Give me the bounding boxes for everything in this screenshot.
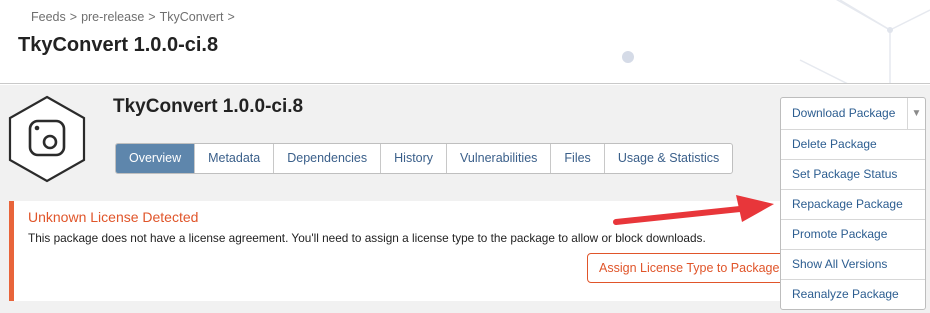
set-package-status-button[interactable]: Set Package Status — [781, 159, 925, 189]
show-all-versions-button[interactable]: Show All Versions — [781, 249, 925, 279]
package-hexagon-icon — [8, 95, 86, 183]
assign-license-button[interactable]: Assign License Type to Package — [587, 253, 792, 283]
promote-package-button[interactable]: Promote Package — [781, 219, 925, 249]
background-network-decoration — [622, 0, 930, 83]
delete-package-button[interactable]: Delete Package — [781, 129, 925, 159]
dropdown-caret-icon[interactable]: ▼ — [907, 98, 925, 129]
alert-title: Unknown License Detected — [28, 209, 199, 225]
breadcrumb-feeds[interactable]: Feeds — [31, 10, 66, 24]
breadcrumb-feed[interactable]: pre-release — [81, 10, 144, 24]
breadcrumb-separator: > — [69, 10, 78, 24]
repackage-package-button[interactable]: Repackage Package — [781, 189, 925, 219]
package-actions-menu: Download Package ▼ Delete Package Set Pa… — [780, 97, 926, 310]
annotation-arrow-icon — [613, 195, 774, 225]
page-title: TkyConvert 1.0.0-ci.8 — [18, 34, 219, 56]
tab-usage-statistics[interactable]: Usage & Statistics — [603, 144, 732, 173]
tab-overview[interactable]: Overview — [116, 144, 195, 173]
tab-history[interactable]: History — [380, 144, 446, 173]
tab-metadata[interactable]: Metadata — [194, 144, 273, 173]
package-tabs: Overview Metadata Dependencies History V… — [115, 143, 734, 174]
download-package-label: Download Package — [792, 106, 896, 120]
package-title: TkyConvert 1.0.0-ci.8 — [113, 96, 304, 117]
tab-dependencies[interactable]: Dependencies — [273, 144, 380, 173]
download-package-button[interactable]: Download Package ▼ — [781, 98, 925, 129]
breadcrumb-package[interactable]: TkyConvert — [160, 10, 224, 24]
breadcrumb: Feeds > pre-release > TkyConvert > — [31, 10, 239, 24]
tab-files[interactable]: Files — [550, 144, 603, 173]
breadcrumb-separator: > — [227, 10, 235, 24]
tab-vulnerabilities[interactable]: Vulnerabilities — [446, 144, 550, 173]
reanalyze-package-button[interactable]: Reanalyze Package — [781, 279, 925, 309]
breadcrumb-separator: > — [148, 10, 156, 24]
alert-text: This package does not have a license agr… — [28, 231, 706, 245]
page-header: Feeds > pre-release > TkyConvert > TkyConvert… — [0, 0, 930, 84]
